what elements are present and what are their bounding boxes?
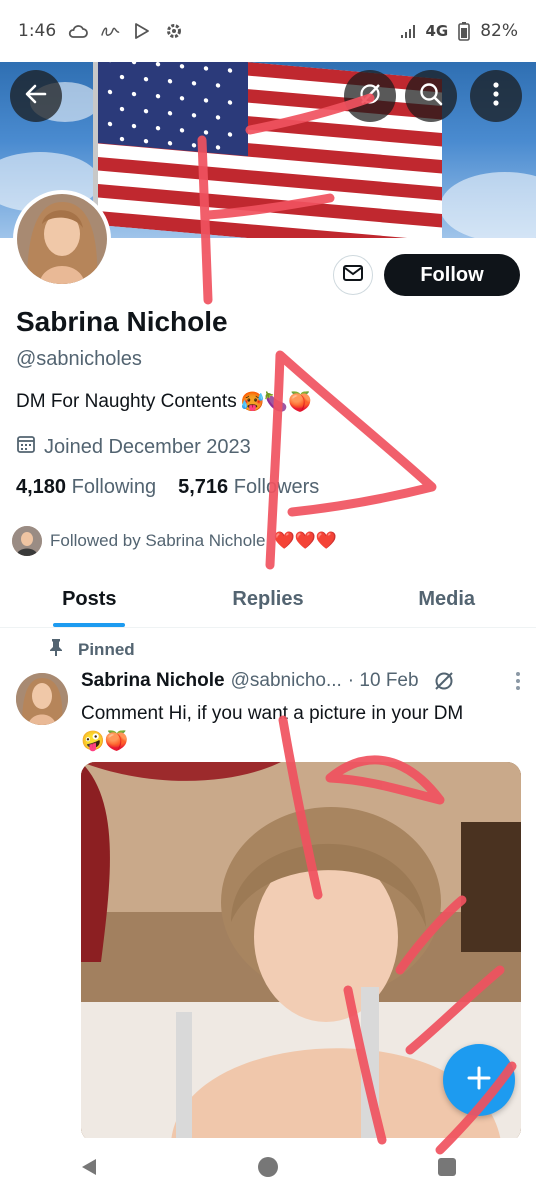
- system-nav-bar: [0, 1138, 536, 1200]
- post-author-avatar[interactable]: [16, 673, 68, 725]
- pinned-label: Pinned: [78, 639, 135, 659]
- post-text: Comment Hi, if you want a picture in you…: [81, 700, 521, 756]
- profile-handle: @sabnicholes: [16, 348, 142, 370]
- mail-icon: [342, 264, 364, 286]
- grok-icon[interactable]: [433, 670, 455, 692]
- bio-emojis: 🥵🍆🍑: [240, 392, 312, 413]
- profile-bio: DM For Naughty Contents 🥵🍆🍑: [16, 390, 312, 414]
- joined-text: Joined December 2023: [44, 435, 251, 458]
- pin-icon: [48, 638, 64, 661]
- follow-button[interactable]: Follow: [384, 254, 520, 296]
- home-circle-icon[interactable]: [256, 1155, 280, 1183]
- tab-media[interactable]: Media: [357, 572, 536, 627]
- status-bar: 1:46 4G 82%: [0, 0, 536, 62]
- more-options-button[interactable]: [470, 70, 522, 122]
- more-vertical-icon: [492, 81, 500, 111]
- back-button[interactable]: [10, 70, 62, 122]
- profile-tabs: Posts Replies Media: [0, 572, 536, 628]
- tab-label: Media: [418, 588, 476, 610]
- tab-posts[interactable]: Posts: [0, 572, 179, 627]
- compose-button[interactable]: [443, 1044, 515, 1116]
- post-header: Sabrina Nichole @sabnicho... · 10 Feb: [81, 670, 521, 692]
- following-label: Following: [71, 476, 157, 498]
- profile-avatar[interactable]: [13, 190, 111, 288]
- profile-name: Sabrina Nichole: [16, 306, 228, 337]
- post-date[interactable]: · 10 Feb: [348, 670, 419, 692]
- joined-date: Joined December 2023: [16, 434, 251, 460]
- avatar-photo: [17, 194, 107, 284]
- search-icon: [418, 81, 444, 111]
- tab-replies[interactable]: Replies: [179, 572, 358, 627]
- network-label: 4G: [425, 22, 449, 40]
- post-author-handle[interactable]: @sabnicho...: [231, 670, 342, 692]
- post-text-line1: Comment Hi, if you want a picture in you…: [81, 703, 464, 724]
- tab-label: Posts: [62, 588, 117, 610]
- followers-label: Followers: [233, 476, 320, 498]
- signature-icon: [100, 21, 120, 41]
- followers-link[interactable]: 5,716 Followers: [178, 476, 319, 499]
- signal-icon: [399, 21, 419, 41]
- grok-button[interactable]: [344, 70, 396, 122]
- back-triangle-icon[interactable]: [78, 1156, 100, 1182]
- post-author-name[interactable]: Sabrina Nichole: [81, 670, 225, 692]
- play-store-icon: [132, 21, 152, 41]
- followed-by[interactable]: Followed by Sabrina Nichole ❤️❤️❤️: [12, 526, 337, 556]
- follow-stats: 4,180 Following 5,716 Followers: [16, 476, 319, 499]
- arrow-left-icon: [23, 81, 49, 111]
- gear-icon: [164, 21, 184, 41]
- battery-percent: 82%: [480, 21, 518, 41]
- followed-by-avatar: [12, 526, 42, 556]
- post-text-line2: 🤪🍑: [81, 731, 129, 752]
- followers-count: 5,716: [178, 476, 229, 498]
- recents-square-icon[interactable]: [436, 1156, 458, 1182]
- calendar-icon: [16, 434, 36, 460]
- following-count: 4,180: [16, 476, 67, 498]
- battery-icon: [454, 21, 474, 41]
- post-more-icon[interactable]: [515, 671, 521, 691]
- grok-icon: [357, 81, 383, 111]
- active-tab-indicator: [53, 623, 126, 627]
- search-button[interactable]: [405, 70, 457, 122]
- plus-icon: [465, 1064, 493, 1096]
- followed-by-text: Followed by Sabrina Nichole: [50, 531, 266, 550]
- followed-by-hearts: ❤️❤️❤️: [273, 531, 337, 550]
- following-link[interactable]: 4,180 Following: [16, 476, 156, 499]
- message-button[interactable]: [333, 255, 373, 295]
- status-time: 1:46: [18, 21, 57, 41]
- bio-text: DM For Naughty Contents: [16, 391, 237, 412]
- cloud-icon: [68, 21, 89, 41]
- pinned-indicator: Pinned: [48, 638, 135, 661]
- tab-label: Replies: [232, 588, 304, 610]
